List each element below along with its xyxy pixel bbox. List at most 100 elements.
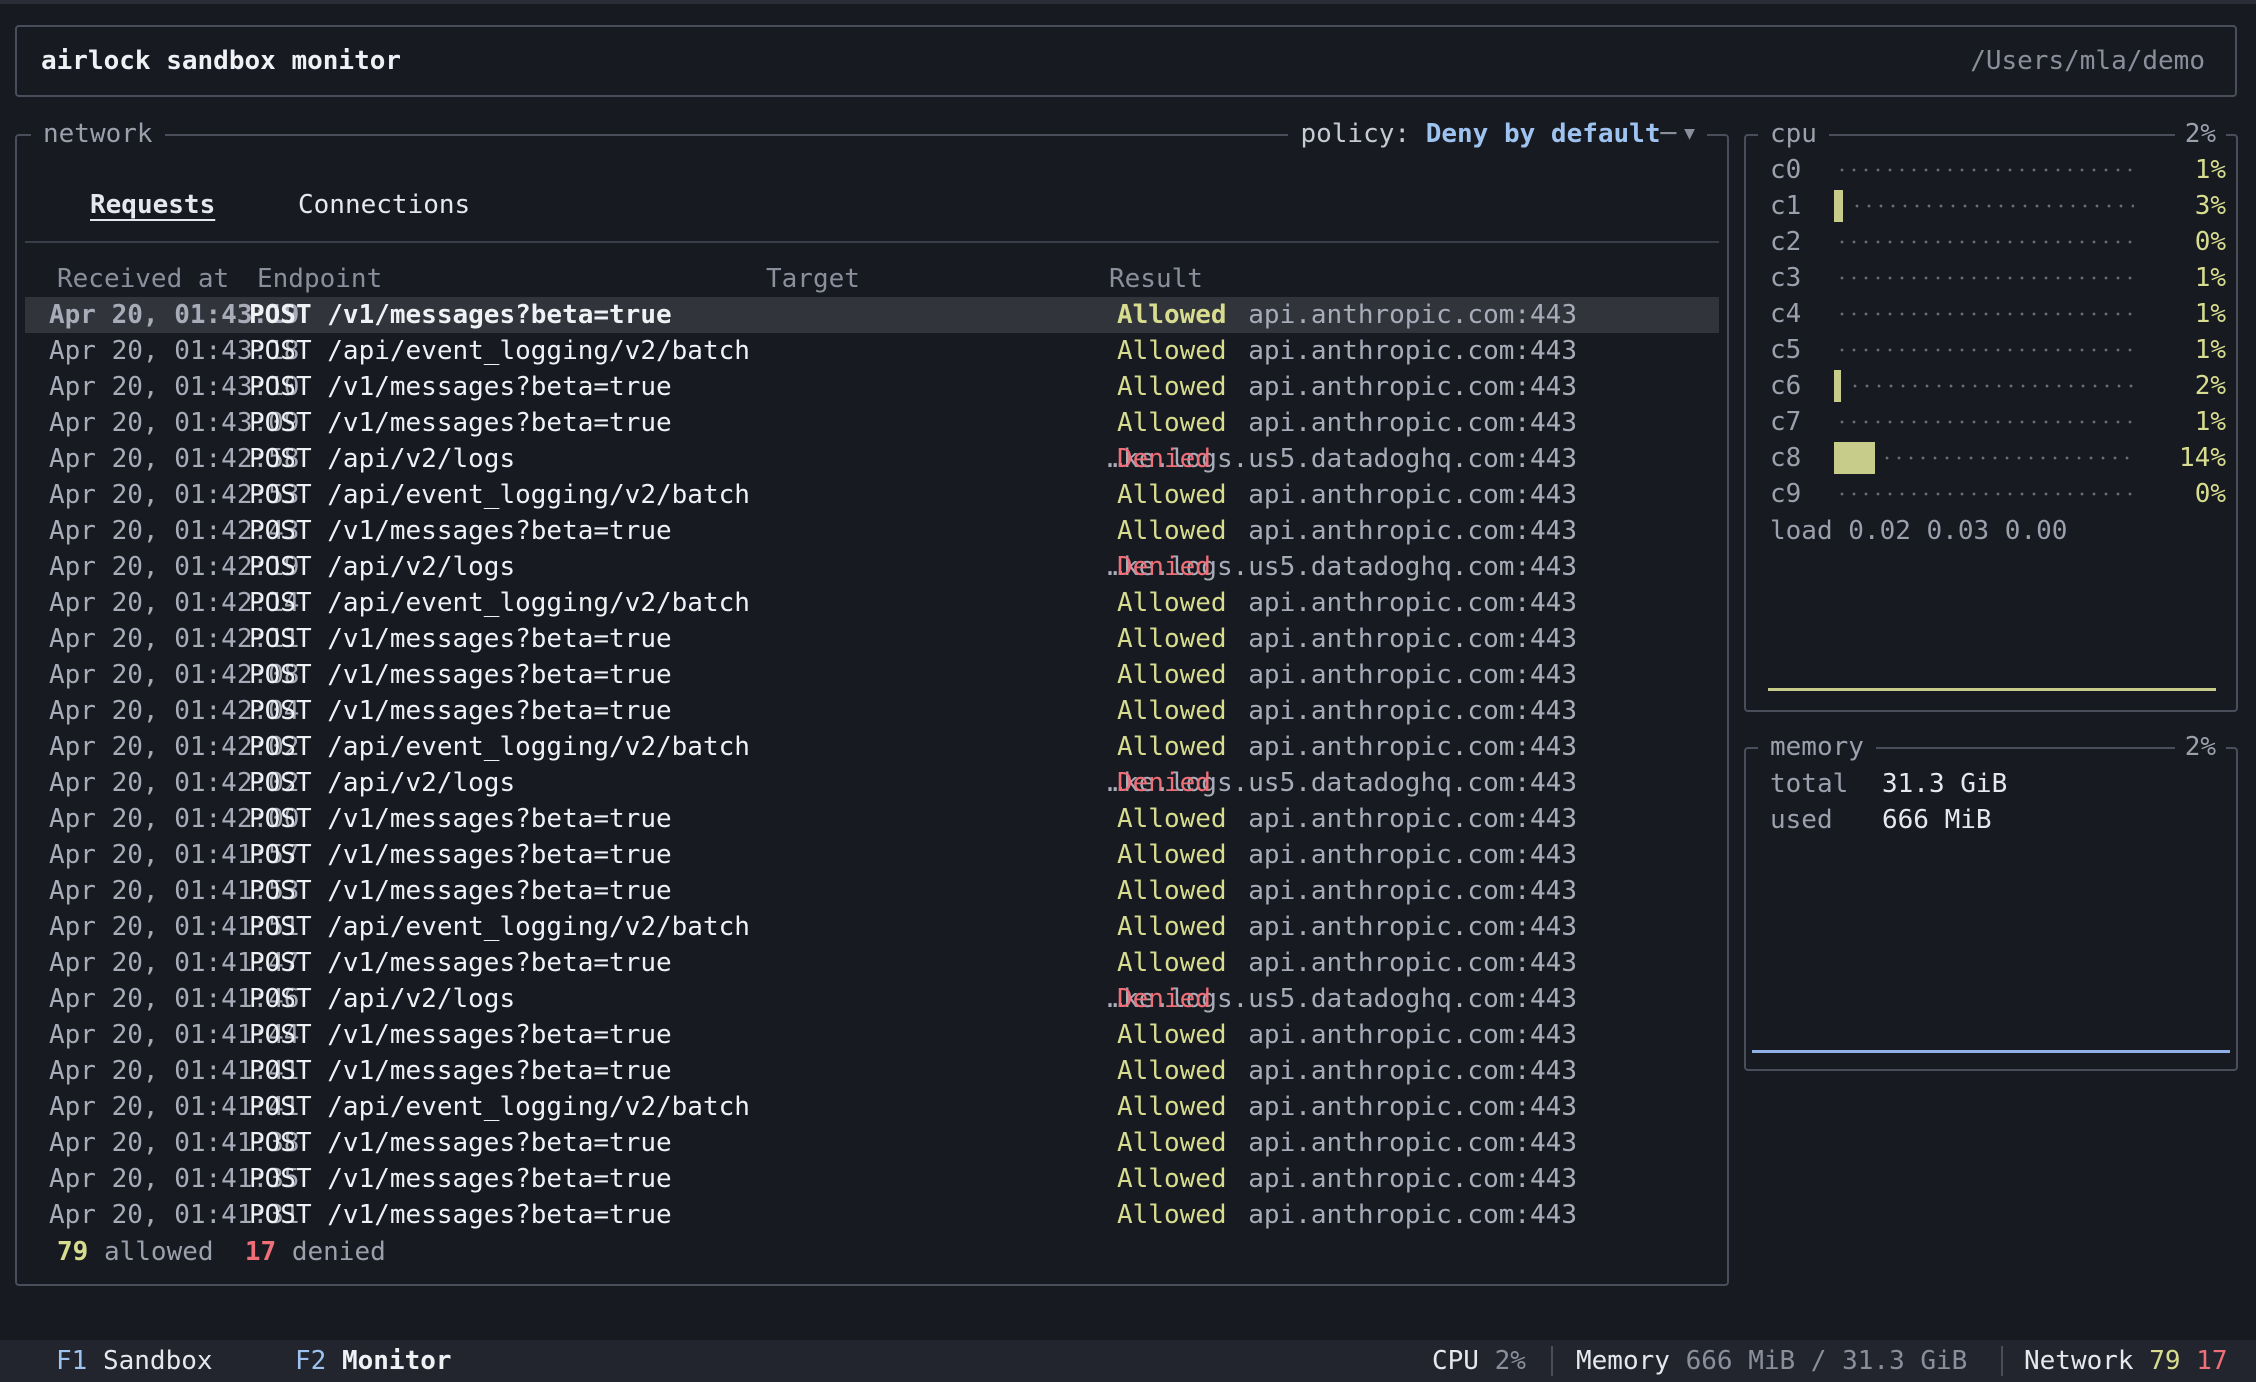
cpu-core-percent: 14% bbox=[2179, 443, 2226, 473]
cpu-core-bar bbox=[1834, 339, 2138, 361]
cpu-core-track bbox=[1834, 339, 2134, 361]
cpu-panel-title: cpu bbox=[1758, 116, 1829, 152]
table-row[interactable]: Apr 20, 01:42:19 POST /api/v2/logs …ke.log… bbox=[25, 549, 1719, 585]
policy-label: policy: bbox=[1300, 119, 1411, 149]
request-result: Allowed bbox=[1117, 336, 1227, 366]
request-target: api.anthropic.com:443 bbox=[1248, 624, 1577, 654]
cpu-core-track bbox=[1834, 267, 2134, 289]
request-result: Allowed bbox=[1117, 732, 1227, 762]
table-row[interactable]: Apr 20, 01:43:09 POST /v1/messages?beta=t… bbox=[25, 405, 1719, 441]
cpu-panel: cpu 2% c0 1% c1 3% c2 0% c3 1% c4 1% c5 1% c6 2% c7 1% c… bbox=[1744, 116, 2238, 712]
memory-total-row: total 31.3 GiB bbox=[1770, 769, 2007, 799]
cpu-history-line bbox=[1768, 688, 2216, 691]
request-result: Denied bbox=[1117, 768, 1211, 798]
request-result: Allowed bbox=[1117, 1020, 1227, 1050]
table-row[interactable]: Apr 20, 01:42:58 POST /api/v2/logs …ke.log… bbox=[25, 441, 1719, 477]
request-result: Allowed bbox=[1117, 588, 1227, 618]
chevron-down-icon[interactable]: ▼ bbox=[1684, 123, 1695, 144]
table-row[interactable]: Apr 20, 01:41:53 POST /v1/messages?beta=t… bbox=[25, 873, 1719, 909]
cpu-core-row: c9 0% bbox=[1770, 476, 2226, 512]
tab-requests[interactable]: Requests bbox=[90, 190, 215, 220]
request-target: api.anthropic.com:443 bbox=[1248, 372, 1577, 402]
memory-panel-title: memory bbox=[1758, 729, 1876, 765]
allowed-label: allowed bbox=[103, 1237, 214, 1267]
cpu-core-name: c2 bbox=[1770, 227, 1802, 257]
request-result: Allowed bbox=[1117, 1164, 1227, 1194]
table-row[interactable]: Apr 20, 01:42:14 POST /api/event_logging/… bbox=[25, 585, 1719, 621]
f1-key: F1 bbox=[56, 1346, 88, 1376]
table-row[interactable]: Apr 20, 01:41:41 POST /v1/messages?beta=t… bbox=[25, 1053, 1719, 1089]
table-row[interactable]: Apr 20, 01:43:18 POST /api/event_logging/… bbox=[25, 333, 1719, 369]
column-header-result: Result bbox=[1109, 264, 1203, 294]
memory-panel: memory 2% total 31.3 GiB used 666 MiB bbox=[1744, 729, 2238, 1071]
request-result: Denied bbox=[1117, 444, 1211, 474]
cpu-core-percent: 2% bbox=[2194, 371, 2226, 401]
request-endpoint: POST /api/event_logging/v2/batch bbox=[249, 912, 750, 942]
request-endpoint: POST /v1/messages?beta=true bbox=[249, 300, 672, 330]
policy-dropdown[interactable]: policy: Deny by default─ ▼ bbox=[1288, 116, 1707, 152]
cpu-core-track bbox=[1879, 447, 2134, 469]
cpu-core-bar bbox=[1834, 190, 2138, 222]
table-row[interactable]: Apr 20, 01:41:46 POST /api/v2/logs …ke.log… bbox=[25, 981, 1719, 1017]
table-row[interactable]: Apr 20, 01:41:44 POST /v1/messages?beta=t… bbox=[25, 1017, 1719, 1053]
table-row[interactable]: Apr 20, 01:43:10 POST /v1/messages?beta=t… bbox=[25, 369, 1719, 405]
status-cpu: CPU 2% bbox=[1432, 1340, 1526, 1382]
request-result: Allowed bbox=[1117, 1056, 1227, 1086]
cpu-core-fill bbox=[1834, 190, 1843, 222]
request-target: api.anthropic.com:443 bbox=[1248, 660, 1577, 690]
cpu-total: 2% bbox=[2174, 116, 2226, 152]
request-endpoint: POST /v1/messages?beta=true bbox=[249, 804, 672, 834]
table-row[interactable]: Apr 20, 01:42:53 POST /api/event_logging/… bbox=[25, 477, 1719, 513]
cpu-core-bar bbox=[1834, 442, 2138, 474]
f2-key: F2 bbox=[295, 1346, 327, 1376]
cpu-core-name: c5 bbox=[1770, 335, 1802, 365]
table-row[interactable]: Apr 20, 01:41:31 POST /v1/messages?beta=t… bbox=[25, 1197, 1719, 1233]
table-row[interactable]: Apr 20, 01:42:02 POST /api/v2/logs …ke.log… bbox=[25, 765, 1719, 801]
cpu-core-percent: 3% bbox=[2194, 191, 2226, 221]
table-row[interactable]: Apr 20, 01:41:51 POST /api/event_logging/… bbox=[25, 909, 1719, 945]
table-row[interactable]: Apr 20, 01:42:04 POST /v1/messages?beta=t… bbox=[25, 693, 1719, 729]
request-result: Allowed bbox=[1117, 876, 1227, 906]
app-title: airlock sandbox monitor bbox=[41, 46, 402, 76]
tab-connections[interactable]: Connections bbox=[298, 190, 470, 220]
request-endpoint: POST /api/event_logging/v2/batch bbox=[249, 588, 750, 618]
status-cpu-label: CPU bbox=[1432, 1346, 1479, 1376]
column-header-target: Target bbox=[766, 264, 860, 294]
policy-value: Deny by default bbox=[1425, 119, 1661, 149]
table-row[interactable]: Apr 20, 01:43:19 POST /v1/messages?beta=t… bbox=[25, 297, 1719, 333]
request-result: Allowed bbox=[1117, 696, 1227, 726]
cpu-core-row: c6 2% bbox=[1770, 368, 2226, 404]
table-row[interactable]: Apr 20, 01:41:35 POST /v1/messages?beta=t… bbox=[25, 1161, 1719, 1197]
cpu-core-track bbox=[1834, 159, 2134, 181]
allowed-count: 79 bbox=[57, 1237, 89, 1267]
memory-total-label: total bbox=[1770, 769, 1849, 799]
status-cpu-value: 2% bbox=[1494, 1346, 1526, 1376]
table-row[interactable]: Apr 20, 01:41:47 POST /v1/messages?beta=t… bbox=[25, 945, 1719, 981]
cpu-core-percent: 1% bbox=[2194, 335, 2226, 365]
table-row[interactable]: Apr 20, 01:41:38 POST /v1/messages?beta=t… bbox=[25, 1125, 1719, 1161]
cpu-core-track bbox=[1834, 231, 2134, 253]
table-row[interactable]: Apr 20, 01:42:43 POST /v1/messages?beta=t… bbox=[25, 513, 1719, 549]
status-memory-value: 666 MiB / 31.3 GiB bbox=[1685, 1346, 1968, 1376]
request-result: Allowed bbox=[1117, 804, 1227, 834]
table-row[interactable]: Apr 20, 01:42:02 POST /api/event_logging/… bbox=[25, 729, 1719, 765]
cpu-core-fill bbox=[1834, 442, 1875, 474]
cpu-core-percent: 1% bbox=[2194, 299, 2226, 329]
request-endpoint: POST /api/v2/logs bbox=[249, 552, 516, 582]
memory-pct: 2% bbox=[2174, 729, 2226, 765]
denied-count: 17 bbox=[244, 1237, 277, 1267]
table-row[interactable]: Apr 20, 01:41:41 POST /api/event_logging/… bbox=[25, 1089, 1719, 1125]
f1-sandbox-key[interactable]: F1 Sandbox bbox=[56, 1340, 213, 1382]
table-row[interactable]: Apr 20, 01:41:57 POST /v1/messages?beta=t… bbox=[25, 837, 1719, 873]
table-row[interactable]: Apr 20, 01:42:00 POST /v1/messages?beta=t… bbox=[25, 801, 1719, 837]
request-target: api.anthropic.com:443 bbox=[1248, 876, 1577, 906]
f2-monitor-key[interactable]: F2 Monitor bbox=[295, 1340, 452, 1382]
cpu-core-row: c2 0% bbox=[1770, 224, 2226, 260]
title-bar: airlock sandbox monitor /Users/mla/demo bbox=[15, 25, 2237, 97]
request-result: Allowed bbox=[1117, 372, 1227, 402]
table-row[interactable]: Apr 20, 01:42:08 POST /v1/messages?beta=t… bbox=[25, 657, 1719, 693]
table-row[interactable]: Apr 20, 01:42:11 POST /v1/messages?beta=t… bbox=[25, 621, 1719, 657]
request-target: api.anthropic.com:443 bbox=[1248, 840, 1577, 870]
request-endpoint: POST /api/v2/logs bbox=[249, 444, 516, 474]
cpu-core-percent: 0% bbox=[2194, 479, 2226, 509]
